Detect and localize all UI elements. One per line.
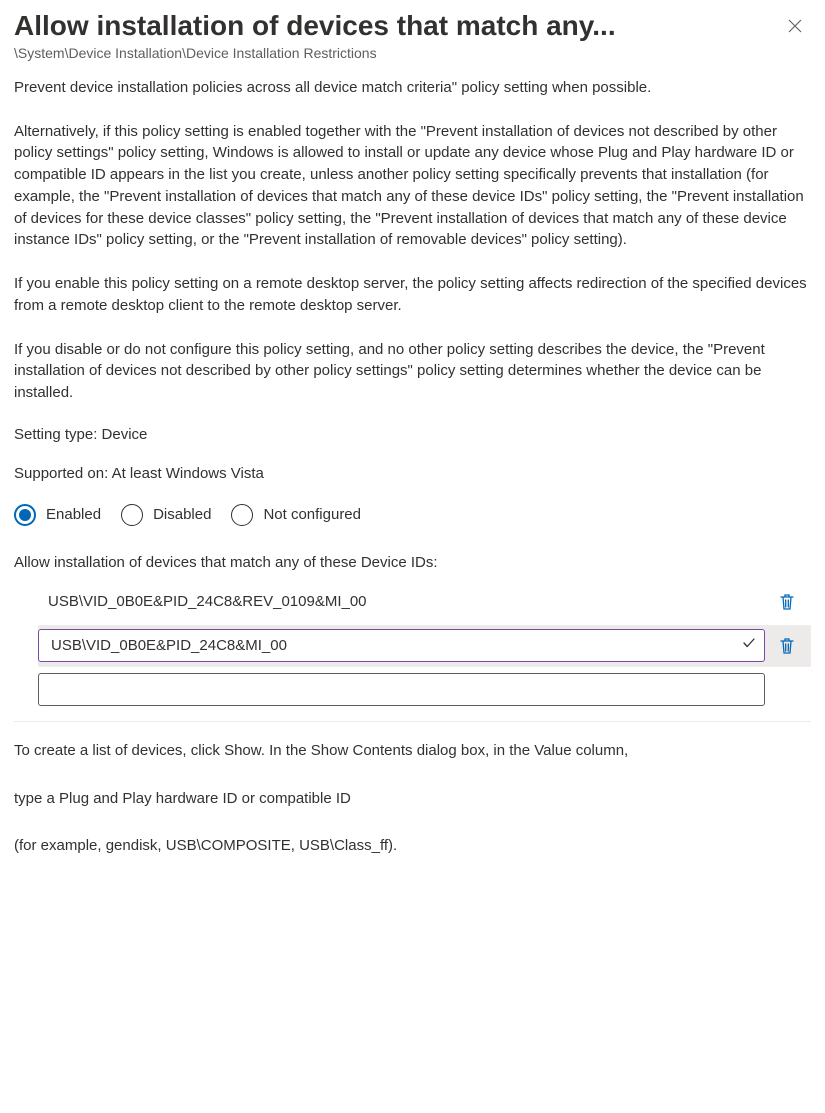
radio-label: Enabled <box>46 506 101 523</box>
state-radio-group: Enabled Disabled Not configured <box>14 504 811 526</box>
page-title: Allow installation of devices that match… <box>14 8 779 43</box>
description-paragraph: Alternatively, if this policy setting is… <box>14 121 811 252</box>
device-id-value[interactable]: USB\VID_0B0E&PID_24C8&REV_0109&MI_00 <box>38 593 765 610</box>
delete-row-button[interactable] <box>771 630 803 662</box>
trash-icon <box>779 637 795 655</box>
check-icon <box>742 636 756 650</box>
policy-help-text: To create a list of devices, click Show.… <box>14 740 811 857</box>
settings-panel: Allow installation of devices that match… <box>0 0 825 907</box>
device-id-row <box>38 669 811 711</box>
device-id-input-wrap <box>38 629 765 662</box>
radio-label: Not configured <box>263 506 361 523</box>
policy-description: target Windows 10 versions. It is recomm… <box>14 73 811 404</box>
panel-body: target Windows 10 versions. It is recomm… <box>14 73 811 883</box>
device-id-input[interactable] <box>49 680 756 699</box>
delete-row-button[interactable] <box>771 586 803 618</box>
radio-not-configured[interactable]: Not configured <box>231 504 361 526</box>
description-paragraph: If you enable this policy setting on a r… <box>14 273 811 317</box>
radio-enabled[interactable]: Enabled <box>14 504 101 526</box>
description-paragraph: If you disable or do not configure this … <box>14 339 811 404</box>
radio-icon <box>14 504 36 526</box>
close-icon <box>788 19 802 33</box>
setting-type: Setting type: Device <box>14 426 811 443</box>
description-paragraph: target Windows 10 versions. It is recomm… <box>14 73 811 99</box>
help-paragraph: To create a list of devices, click Show.… <box>14 740 811 762</box>
confirm-input-button[interactable] <box>736 636 756 655</box>
radio-icon <box>121 504 143 526</box>
divider <box>14 721 811 722</box>
device-id-row: USB\VID_0B0E&PID_24C8&REV_0109&MI_00 <box>38 581 811 623</box>
close-button[interactable] <box>779 10 811 42</box>
radio-disabled[interactable]: Disabled <box>121 504 211 526</box>
device-id-list-label: Allow installation of devices that match… <box>14 554 811 571</box>
radio-label: Disabled <box>153 506 211 523</box>
device-id-input[interactable] <box>49 636 736 655</box>
help-paragraph: (for example, gendisk, USB\COMPOSITE, US… <box>14 835 811 857</box>
radio-icon <box>231 504 253 526</box>
device-id-row <box>38 625 811 667</box>
device-id-input-wrap <box>38 673 765 706</box>
breadcrumb: \System\Device Installation\Device Insta… <box>14 45 811 61</box>
panel-header: Allow installation of devices that match… <box>14 0 811 43</box>
trash-icon <box>779 593 795 611</box>
device-id-list: USB\VID_0B0E&PID_24C8&REV_0109&MI_00 <box>14 581 811 711</box>
supported-on: Supported on: At least Windows Vista <box>14 465 811 482</box>
help-paragraph: type a Plug and Play hardware ID or comp… <box>14 788 811 810</box>
